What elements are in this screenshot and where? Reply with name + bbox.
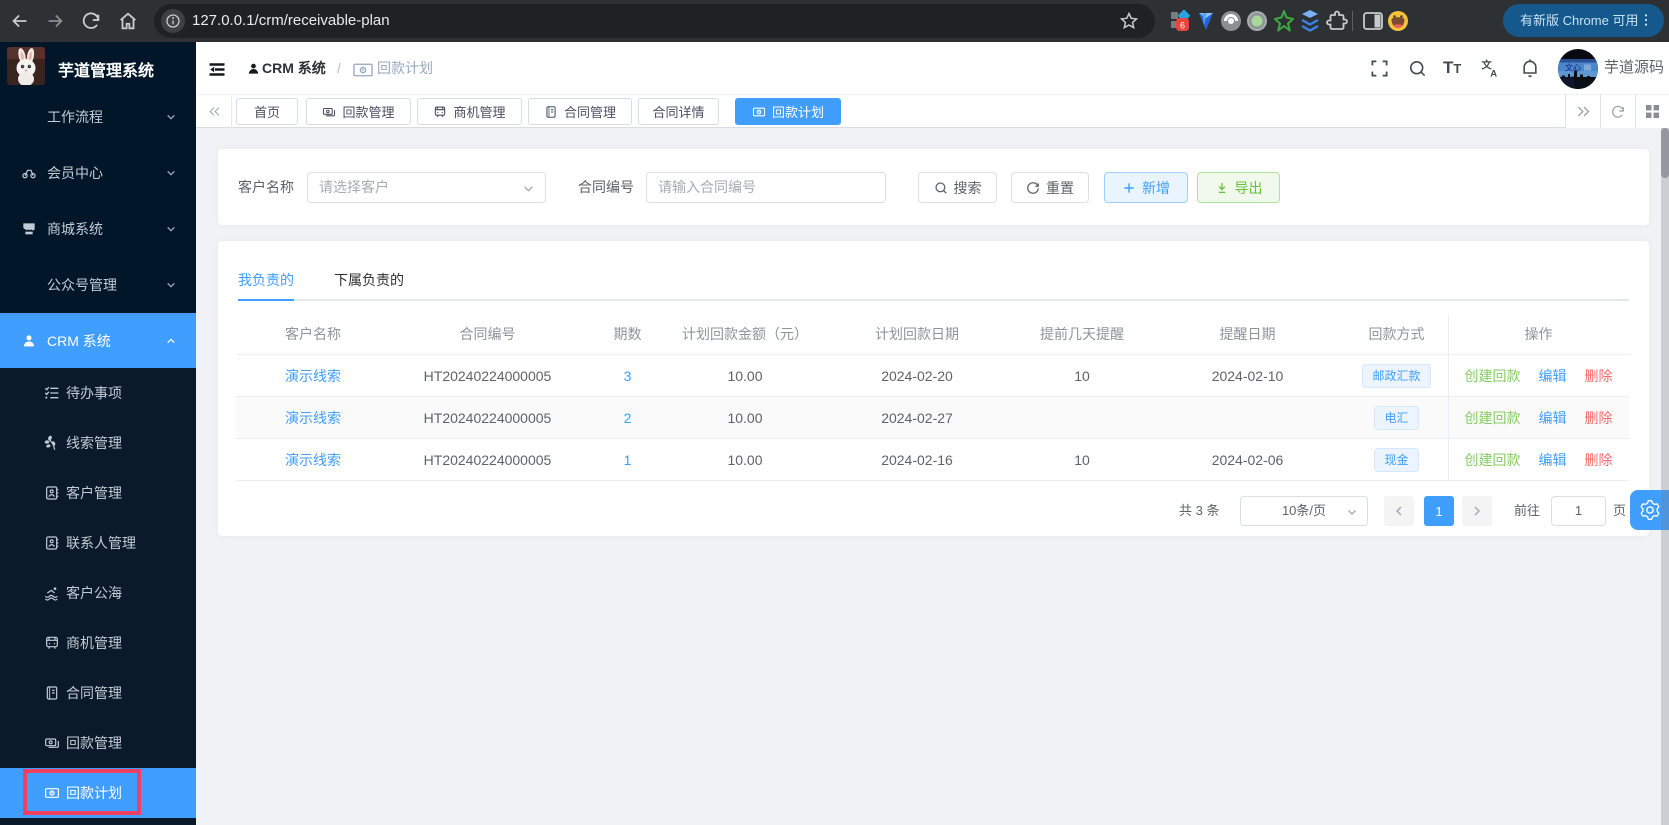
svg-text:A: A: [1490, 68, 1497, 78]
svg-text:6: 6: [1180, 21, 1185, 31]
svg-text:文心: 文心: [1565, 63, 1581, 73]
